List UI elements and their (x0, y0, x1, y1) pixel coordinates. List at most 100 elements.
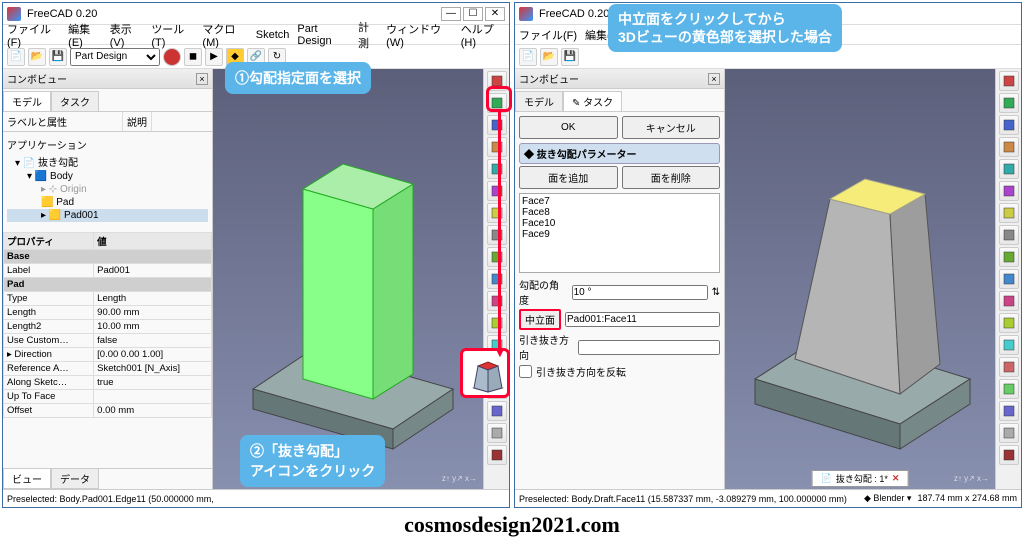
document-tab[interactable]: 📄 抜き勾配 : 1* ✕ (812, 470, 909, 487)
new-file-icon[interactable]: 📄 (519, 48, 537, 66)
annotation-callout-2: ②「抜き勾配」 アイコンをクリック (240, 435, 385, 487)
open-file-icon[interactable]: 📂 (28, 48, 46, 66)
prop-value[interactable]: [0.00 0.00 1.00] (94, 348, 212, 362)
close-button[interactable]: ✕ (485, 7, 505, 21)
maximize-button[interactable]: ☐ (463, 7, 483, 21)
prop-value[interactable]: Sketch001 [N_Axis] (94, 362, 212, 376)
bottom-tab-data[interactable]: データ (51, 469, 99, 489)
part-design-tool-icon[interactable] (999, 269, 1019, 289)
part-design-tool-icon[interactable] (487, 313, 507, 333)
part-design-tool-icon[interactable] (487, 269, 507, 289)
part-design-tool-icon[interactable] (999, 159, 1019, 179)
part-design-tool-icon[interactable] (487, 445, 507, 465)
tab-model[interactable]: モデル (3, 91, 51, 111)
tree-pad[interactable]: Pad (56, 197, 74, 208)
part-design-tool-icon[interactable] (999, 379, 1019, 399)
tree-header-desc: 説明 (123, 112, 152, 131)
part-design-tool-icon[interactable] (999, 71, 1019, 91)
model-tree[interactable]: アプリケーション ▾ 📄 抜き勾配 ▾ 🟦 Body ▸ ⊹ Origin 🟨 … (3, 132, 212, 232)
cancel-button[interactable]: キャンセル (622, 116, 721, 139)
part-design-tool-icon[interactable] (999, 445, 1019, 465)
property-grid[interactable]: プロパティ値 Base LabelPad001 Pad TypeLength L… (3, 232, 212, 468)
part-design-tool-icon[interactable] (487, 181, 507, 201)
part-design-tool-icon[interactable] (999, 335, 1019, 355)
part-design-tool-icon[interactable] (999, 93, 1019, 113)
menu-item[interactable]: Part Design (297, 23, 350, 47)
part-design-tool-icon[interactable] (487, 115, 507, 135)
delete-face-button[interactable]: 面を削除 (622, 166, 721, 189)
axis-widget-icon: z↑ y↗ x→ (442, 474, 477, 483)
part-design-tool-icon[interactable] (487, 291, 507, 311)
ok-button[interactable]: OK (519, 116, 618, 139)
face-list-item[interactable]: Face9 (522, 229, 717, 240)
menu-item[interactable]: Sketch (256, 29, 290, 41)
part-design-tool-icon[interactable] (999, 313, 1019, 333)
3d-viewport[interactable]: z↑ y↗ x→ (213, 69, 483, 489)
part-design-tool-icon[interactable] (999, 291, 1019, 311)
macro-icon[interactable]: ▶ (205, 48, 223, 66)
prop-value[interactable]: 90.00 mm (94, 306, 212, 320)
save-icon[interactable]: 💾 (561, 48, 579, 66)
reverse-checkbox[interactable] (519, 365, 532, 378)
face-list-item[interactable]: Face8 (522, 207, 717, 218)
neutral-plane-button[interactable]: 中立面 (519, 309, 561, 330)
part-design-tool-icon[interactable] (487, 159, 507, 179)
bottom-tab-view[interactable]: ビュー (3, 469, 51, 489)
neutral-plane-input[interactable] (565, 312, 720, 327)
part-design-tool-icon[interactable] (487, 203, 507, 223)
part-design-tool-icon[interactable] (487, 137, 507, 157)
nav-style[interactable]: ◆ Blender ▾ (864, 493, 911, 504)
prop-value[interactable] (94, 390, 212, 404)
face-list-item[interactable]: Face7 (522, 196, 717, 207)
prop-value[interactable]: false (94, 334, 212, 348)
part-design-tool-icon[interactable] (999, 225, 1019, 245)
panel-close-icon[interactable]: × (708, 73, 720, 85)
part-design-tool-icon[interactable] (999, 357, 1019, 377)
part-design-tool-icon[interactable] (487, 401, 507, 421)
pull-dir-input[interactable] (578, 340, 720, 355)
macro-stop-icon[interactable]: ◼ (184, 48, 202, 66)
tab-task[interactable]: ✎ タスク (563, 91, 622, 111)
pull-dir-label: 引き抜き方向 (519, 332, 574, 362)
3d-viewport[interactable]: 📄 抜き勾配 : 1* ✕ z↑ y↗ x→ (725, 69, 995, 489)
part-design-tool-icon[interactable] (487, 247, 507, 267)
part-design-tool-icon[interactable] (999, 203, 1019, 223)
part-design-tool-icon[interactable] (487, 225, 507, 245)
save-icon[interactable]: 💾 (49, 48, 67, 66)
workbench-selector[interactable]: Part Design (70, 48, 160, 66)
part-design-tool-icon[interactable] (999, 137, 1019, 157)
tree-doc[interactable]: 抜き勾配 (38, 158, 78, 169)
draft-tool-icon[interactable] (466, 354, 510, 398)
face-list-item[interactable]: Face10 (522, 218, 717, 229)
prop-value[interactable]: Pad001 (94, 264, 212, 278)
open-file-icon[interactable]: 📂 (540, 48, 558, 66)
prop-value[interactable]: 10.00 mm (94, 320, 212, 334)
prop-value[interactable]: Length (94, 292, 212, 306)
prop-value[interactable]: true (94, 376, 212, 390)
part-design-tool-icon[interactable] (999, 181, 1019, 201)
doc-close-icon[interactable]: ✕ (892, 473, 900, 484)
part-design-tool-icon[interactable] (999, 115, 1019, 135)
face-list[interactable]: Face7Face8Face10Face9 (519, 193, 720, 273)
tree-header-label: ラベルと属性 (3, 112, 123, 131)
tree-origin[interactable]: Origin (60, 184, 87, 195)
prop-value[interactable]: 0.00 mm (94, 404, 212, 418)
panel-close-icon[interactable]: × (196, 73, 208, 85)
angle-input[interactable] (572, 285, 708, 300)
part-design-tool-icon[interactable] (487, 423, 507, 443)
tab-model[interactable]: モデル (515, 91, 563, 111)
spinner-icon[interactable]: ⇅ (712, 287, 720, 298)
tree-body[interactable]: Body (50, 171, 73, 182)
part-design-tool-icon[interactable] (999, 401, 1019, 421)
angle-label: 勾配の角度 (519, 277, 568, 307)
add-face-button[interactable]: 面を追加 (519, 166, 618, 189)
part-design-tool-icon[interactable] (999, 423, 1019, 443)
menu-item[interactable]: ファイル(F) (519, 27, 577, 43)
new-file-icon[interactable]: 📄 (7, 48, 25, 66)
part-design-tool-icon[interactable] (999, 247, 1019, 267)
tab-task[interactable]: タスク (51, 91, 99, 111)
tree-pad001[interactable]: Pad001 (64, 210, 98, 221)
prop-label: Length2 (4, 320, 94, 334)
minimize-button[interactable]: — (441, 7, 461, 21)
macro-record-icon[interactable] (163, 48, 181, 66)
